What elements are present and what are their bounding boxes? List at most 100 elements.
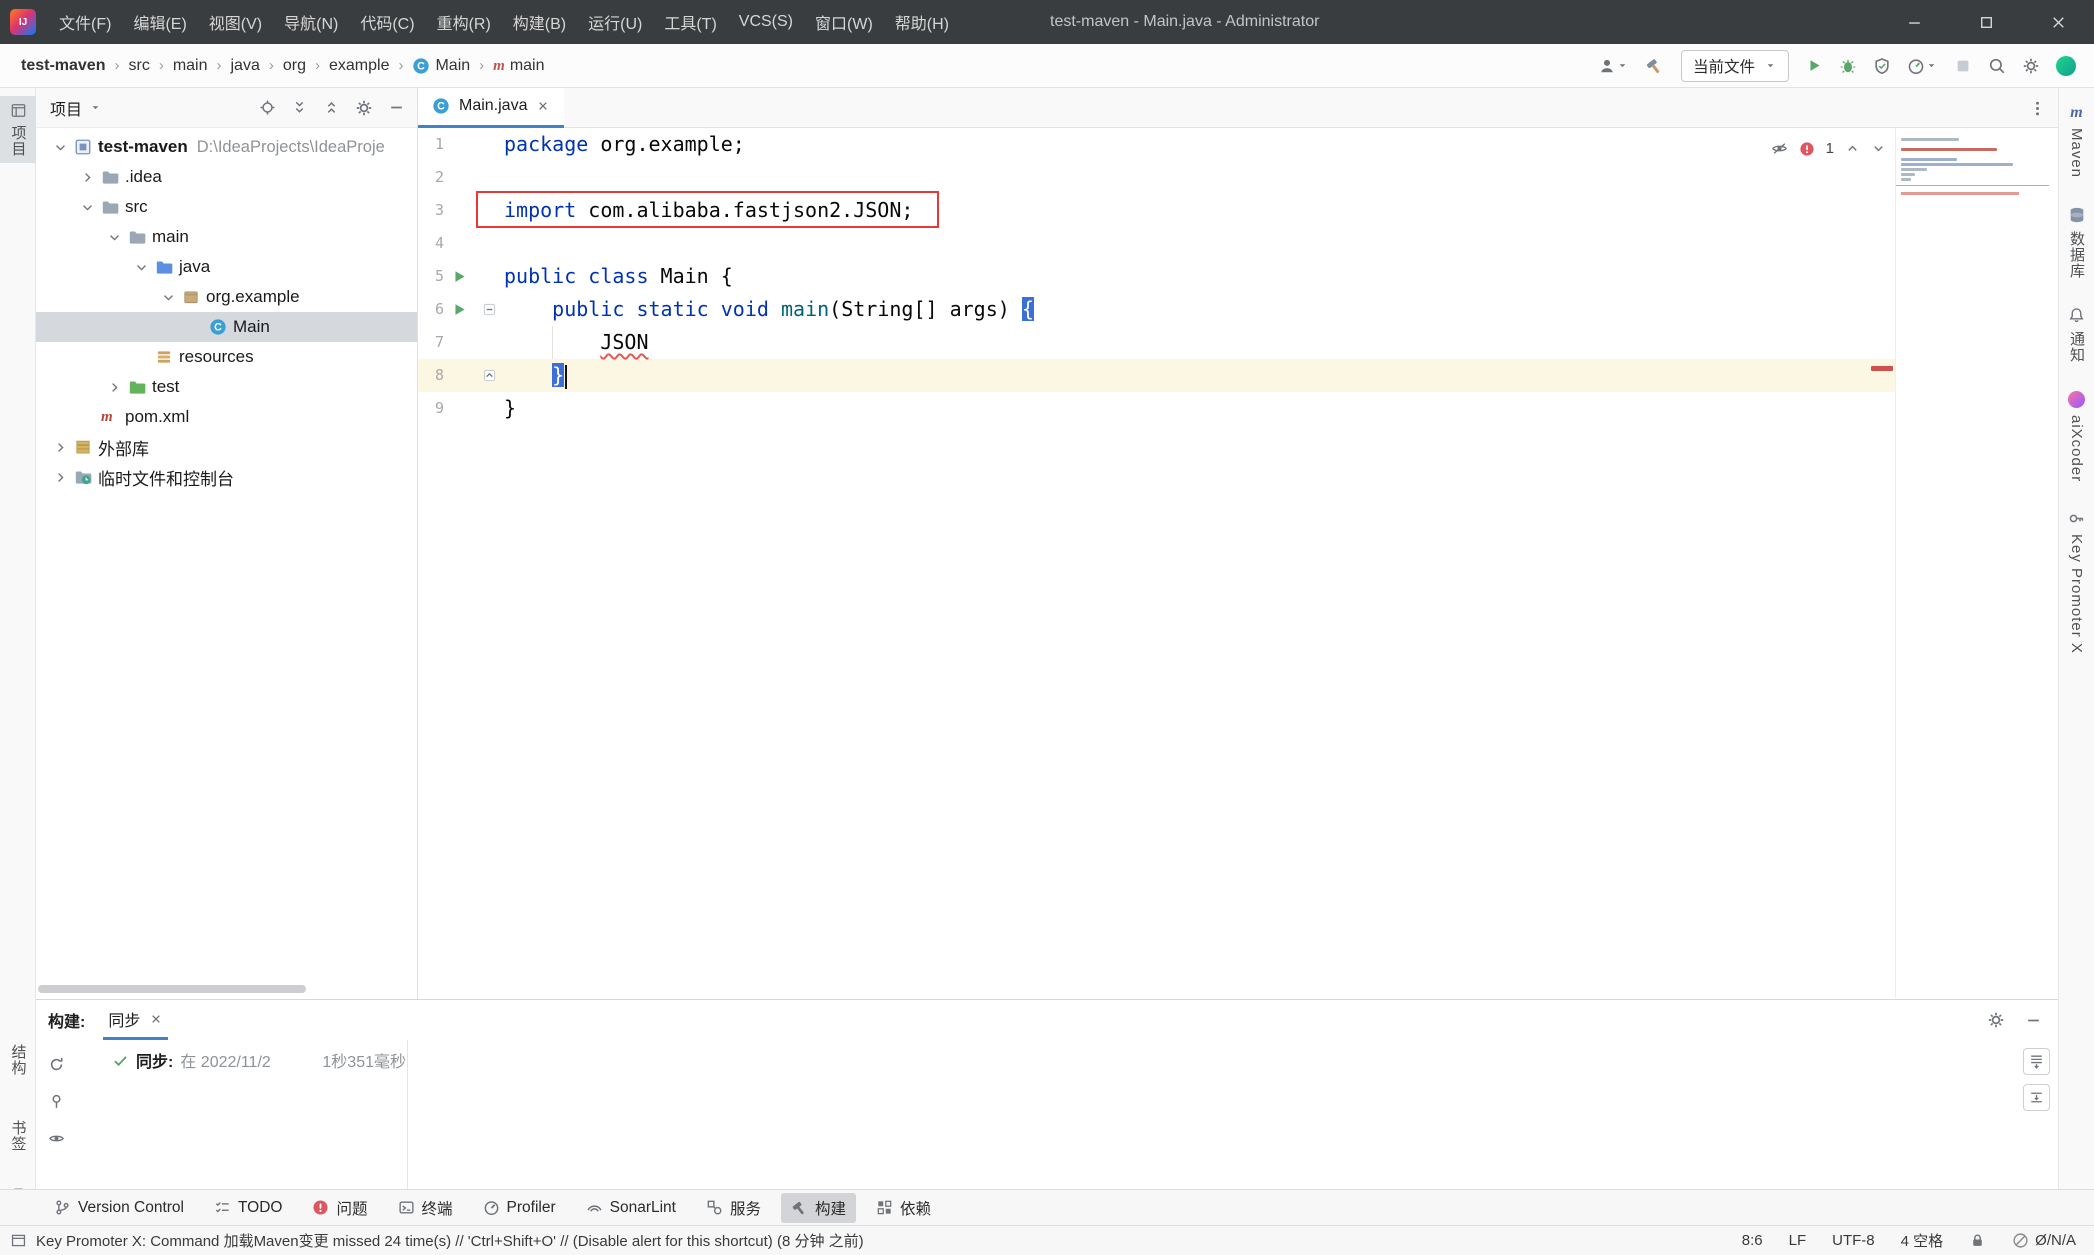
settings-button[interactable] bbox=[2018, 52, 2044, 80]
chevron-right-icon[interactable] bbox=[46, 440, 74, 455]
fold-open-icon[interactable] bbox=[474, 293, 504, 326]
menu-item[interactable]: 重构(R) bbox=[426, 0, 502, 44]
user-menu-button[interactable] bbox=[1594, 52, 1633, 80]
aix-status[interactable]: Ø/N/A bbox=[2012, 1232, 2076, 1249]
code-with-me-button[interactable] bbox=[2052, 51, 2080, 81]
tab-main-java[interactable]: C Main.java bbox=[418, 88, 564, 128]
chevron-right-icon[interactable] bbox=[100, 380, 128, 395]
chevron-down-icon[interactable] bbox=[73, 200, 101, 215]
breadcrumb-item-org[interactable]: org bbox=[280, 55, 309, 77]
code-line-8[interactable]: 8 } bbox=[418, 359, 1895, 392]
soft-wrap-button[interactable] bbox=[2023, 1084, 2050, 1111]
menu-item[interactable]: 代码(C) bbox=[349, 0, 425, 44]
toolwindow-SonarLint[interactable]: SonarLint bbox=[576, 1195, 686, 1221]
search-everywhere-button[interactable] bbox=[1984, 52, 2010, 80]
hide-button[interactable] bbox=[2025, 1012, 2042, 1029]
menu-item[interactable]: 运行(U) bbox=[577, 0, 653, 44]
debug-button[interactable] bbox=[1835, 52, 1861, 80]
file-encoding[interactable]: UTF-8 bbox=[1832, 1232, 1875, 1249]
tree-item-main[interactable]: main bbox=[36, 222, 417, 252]
chevron-down-icon[interactable] bbox=[154, 290, 182, 305]
chevron-down-icon[interactable] bbox=[46, 140, 74, 155]
toolwindow-构建[interactable]: 构建 bbox=[781, 1193, 856, 1223]
code-line-6[interactable]: 6 public static void main(String[] args)… bbox=[418, 293, 1895, 326]
inspections-eye-off-icon[interactable] bbox=[1771, 140, 1788, 157]
chevron-right-icon[interactable] bbox=[46, 470, 74, 485]
chevron-down-icon[interactable] bbox=[127, 260, 155, 275]
hide-button[interactable] bbox=[388, 99, 405, 116]
toolwindow-服务[interactable]: 服务 bbox=[696, 1193, 771, 1223]
breadcrumb-item-test-maven[interactable]: test-maven bbox=[18, 55, 108, 77]
window-close-button[interactable] bbox=[2022, 0, 2094, 44]
breadcrumb-item-main[interactable]: main bbox=[170, 55, 211, 77]
breadcrumb-item-main[interactable]: mmain bbox=[490, 55, 547, 77]
tab-sync[interactable]: 同步 bbox=[103, 1000, 168, 1040]
code-line-9[interactable]: 9} bbox=[418, 392, 1895, 425]
breadcrumb-item-src[interactable]: src bbox=[125, 55, 152, 77]
minimap[interactable] bbox=[1895, 128, 2049, 998]
tree-item-临时文件和控制台[interactable]: 临时文件和控制台 bbox=[36, 462, 417, 492]
caret-position[interactable]: 8:6 bbox=[1742, 1232, 1763, 1249]
preview-button[interactable] bbox=[48, 1130, 65, 1147]
menu-item[interactable]: 编辑(E) bbox=[122, 0, 197, 44]
window-minimize-button[interactable] bbox=[1878, 0, 1950, 44]
menu-item[interactable]: 构建(B) bbox=[502, 0, 577, 44]
tool-stripe-通知[interactable]: 通知 bbox=[2066, 307, 2087, 363]
run-button[interactable] bbox=[1802, 52, 1827, 79]
menu-item[interactable]: 导航(N) bbox=[273, 0, 349, 44]
stop-button[interactable] bbox=[1950, 52, 1976, 80]
scroll-to-end-button[interactable] bbox=[2023, 1048, 2050, 1075]
tree-item-src[interactable]: src bbox=[36, 192, 417, 222]
run-gutter-icon[interactable] bbox=[444, 293, 474, 326]
reload-button[interactable] bbox=[48, 1056, 65, 1073]
close-icon[interactable] bbox=[536, 99, 550, 113]
horizontal-scrollbar[interactable] bbox=[38, 985, 306, 993]
toolwindow-依赖[interactable]: 依赖 bbox=[866, 1193, 941, 1223]
indent-setting[interactable]: 4 空格 bbox=[1901, 1230, 1944, 1251]
chevron-right-icon[interactable] bbox=[73, 170, 101, 185]
error-stripe-mark[interactable] bbox=[1871, 366, 1893, 371]
code-line-2[interactable]: 2 bbox=[418, 161, 1895, 194]
tree-item-Main[interactable]: CMain bbox=[36, 312, 417, 342]
editor[interactable]: 1package org.example;23import com.alibab… bbox=[418, 128, 2058, 998]
lock-icon[interactable] bbox=[1969, 1232, 1986, 1249]
error-badge-icon[interactable] bbox=[1799, 141, 1815, 157]
tool-stripe-bookmarks[interactable]: 书签 bbox=[0, 1114, 36, 1158]
tool-stripe-Key Promoter X[interactable]: Key Promoter X bbox=[2068, 510, 2085, 654]
code-line-1[interactable]: 1package org.example; bbox=[418, 128, 1895, 161]
window-maximize-button[interactable] bbox=[1950, 0, 2022, 44]
previous-problem-icon[interactable] bbox=[1845, 141, 1860, 156]
settings-button[interactable] bbox=[1987, 1011, 2005, 1029]
menu-item[interactable]: 工具(T) bbox=[653, 0, 727, 44]
toolwindow-终端[interactable]: 终端 bbox=[388, 1193, 463, 1223]
tree-item-外部库[interactable]: 外部库 bbox=[36, 432, 417, 462]
next-problem-icon[interactable] bbox=[1871, 141, 1886, 156]
toolwindow-Version Control[interactable]: Version Control bbox=[44, 1195, 194, 1221]
line-separator[interactable]: LF bbox=[1789, 1232, 1807, 1249]
tool-stripe-structure[interactable]: 结构 bbox=[0, 1038, 36, 1082]
locate-button[interactable] bbox=[259, 99, 276, 116]
project-panel-title[interactable]: 项目 bbox=[50, 96, 102, 120]
tool-stripe-aiXcoder[interactable]: aiXcoder bbox=[2068, 391, 2085, 482]
menu-item[interactable]: VCS(S) bbox=[728, 0, 804, 44]
chevron-down-icon[interactable] bbox=[100, 230, 128, 245]
menu-item[interactable]: 视图(V) bbox=[198, 0, 273, 44]
status-app-icon[interactable] bbox=[10, 1232, 27, 1249]
run-gutter-icon[interactable] bbox=[444, 260, 474, 293]
tree-item-pom.xml[interactable]: mpom.xml bbox=[36, 402, 417, 432]
tree-item-test-maven[interactable]: test-mavenD:\IdeaProjects\IdeaProje bbox=[36, 132, 417, 162]
pin-button[interactable] bbox=[48, 1093, 65, 1110]
run-config-selector[interactable]: 当前文件 bbox=[1681, 50, 1789, 82]
profiler-button[interactable] bbox=[1903, 52, 1942, 80]
coverage-button[interactable] bbox=[1869, 52, 1895, 80]
tree-item-java[interactable]: java bbox=[36, 252, 417, 282]
expand-all-button[interactable] bbox=[291, 99, 308, 116]
build-project-button[interactable] bbox=[1641, 51, 1668, 80]
code-line-3[interactable]: 3import com.alibaba.fastjson2.JSON; bbox=[418, 194, 1895, 227]
fold-end-icon[interactable] bbox=[474, 359, 504, 392]
tree-item-test[interactable]: test bbox=[36, 372, 417, 402]
tree-item-.idea[interactable]: .idea bbox=[36, 162, 417, 192]
tool-stripe-Maven[interactable]: mMaven bbox=[2068, 104, 2085, 178]
toolwindow-Profiler[interactable]: Profiler bbox=[473, 1195, 566, 1221]
menu-item[interactable]: 帮助(H) bbox=[884, 0, 960, 44]
